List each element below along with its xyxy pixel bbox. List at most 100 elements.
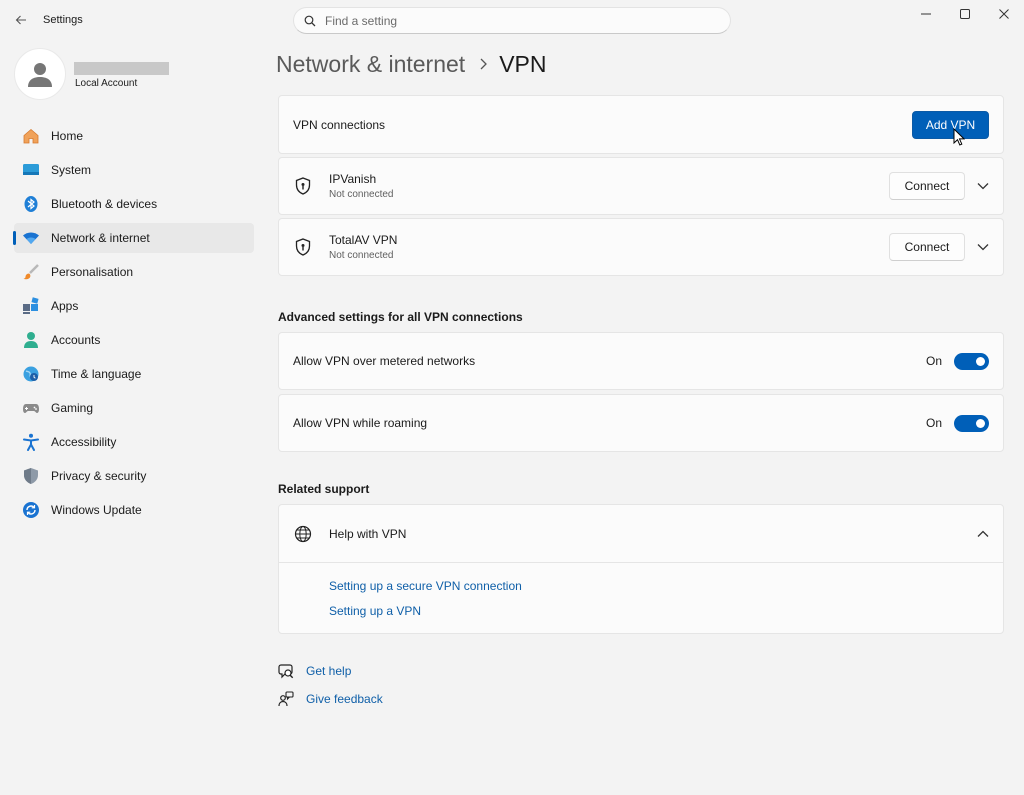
give-feedback-row: Give feedback: [278, 691, 383, 707]
update-icon: [22, 501, 40, 519]
feedback-icon: [278, 691, 294, 707]
close-button[interactable]: [984, 0, 1024, 28]
sidebar-item-label: Time & language: [51, 367, 142, 381]
page-title: VPN: [499, 50, 547, 77]
home-icon: [22, 127, 40, 145]
sidebar-item-apps[interactable]: Apps: [14, 291, 254, 321]
bluetooth-icon: [22, 195, 40, 213]
back-button[interactable]: [8, 8, 34, 32]
sidebar-nav: Home System Bluetooth & devices Network …: [13, 121, 254, 529]
chevron-down-icon[interactable]: [969, 172, 997, 200]
setting-row-roaming: Allow VPN while roaming On: [278, 394, 1004, 452]
vpn-connection-status: Not connected: [329, 250, 394, 261]
vpn-connection-item[interactable]: IPVanish Not connected Connect: [278, 157, 1004, 215]
sidebar-item-network[interactable]: Network & internet: [13, 223, 254, 253]
mouse-cursor-icon: [953, 128, 965, 146]
help-links: Setting up a secure VPN connection Setti…: [279, 563, 1003, 618]
title-bar: Settings: [0, 0, 1024, 40]
apps-icon: [22, 297, 40, 315]
sidebar-item-label: Personalisation: [51, 265, 134, 279]
add-vpn-button[interactable]: Add VPN: [912, 110, 989, 139]
sidebar-item-accounts[interactable]: Accounts: [14, 325, 254, 355]
vpn-connections-card: VPN connections Add VPN: [278, 95, 1004, 154]
advanced-settings-title: Advanced settings for all VPN connection…: [278, 310, 523, 324]
breadcrumb-parent-link[interactable]: Network & internet: [276, 51, 465, 78]
sidebar-item-bluetooth[interactable]: Bluetooth & devices: [14, 189, 254, 219]
globe-icon: [293, 524, 313, 544]
vpn-connection-text: TotalAV VPN Not connected: [329, 233, 397, 261]
close-icon: [999, 9, 1009, 19]
maximize-button[interactable]: [945, 0, 985, 28]
minimize-icon: [921, 13, 931, 15]
sidebar-item-label: Windows Update: [51, 503, 142, 517]
vpn-shield-icon: [293, 237, 313, 257]
wifi-icon: [22, 229, 40, 247]
sidebar-item-label: Network & internet: [51, 231, 150, 245]
vpn-connection-name: TotalAV VPN: [329, 233, 398, 247]
avatar: [14, 48, 66, 100]
sidebar-item-personalisation[interactable]: Personalisation: [14, 257, 254, 287]
vpn-connection-text: IPVanish Not connected: [329, 172, 394, 200]
setting-label: Allow VPN over metered networks: [293, 354, 476, 368]
brush-icon: [22, 263, 40, 281]
vpn-connection-item[interactable]: TotalAV VPN Not connected Connect: [278, 218, 1004, 276]
setting-row-metered: Allow VPN over metered networks On: [278, 332, 1004, 390]
give-feedback-link[interactable]: Give feedback: [306, 692, 383, 706]
sidebar-item-label: Gaming: [51, 401, 94, 415]
connect-button[interactable]: Connect: [889, 172, 965, 200]
privacy-shield-icon: [22, 467, 40, 485]
help-with-vpn-header[interactable]: Help with VPN: [279, 505, 1003, 563]
sidebar-item-windows-update[interactable]: Windows Update: [14, 495, 254, 525]
sidebar-item-label: Home: [51, 129, 84, 143]
accessibility-icon: [22, 433, 40, 451]
chevron-right-icon: [479, 58, 488, 70]
setting-label: Allow VPN while roaming: [293, 416, 428, 430]
sidebar-item-privacy-security[interactable]: Privacy & security: [14, 461, 254, 491]
roaming-toggle[interactable]: [954, 414, 989, 432]
help-with-vpn-label: Help with VPN: [329, 526, 407, 541]
toggle-state-label: On: [925, 416, 942, 430]
sidebar-item-time-language[interactable]: Time & language: [14, 359, 254, 389]
sidebar-item-label: Accessibility: [51, 435, 117, 449]
profile-name-redacted: [74, 62, 169, 75]
sidebar-item-label: Accounts: [51, 333, 101, 347]
sidebar-item-label: Bluetooth & devices: [51, 197, 158, 211]
sidebar-item-gaming[interactable]: Gaming: [14, 393, 254, 423]
help-link-secure-vpn[interactable]: Setting up a secure VPN connection: [329, 579, 1003, 593]
breadcrumb: Network & internet VPN: [276, 48, 547, 80]
connect-button[interactable]: Connect: [889, 233, 965, 261]
app-title: Settings: [43, 14, 83, 26]
sidebar-item-label: Privacy & security: [51, 469, 147, 483]
sidebar-item-label: System: [51, 163, 92, 177]
accounts-icon: [22, 331, 40, 349]
help-link-setting-up-vpn[interactable]: Setting up a VPN: [329, 604, 1003, 618]
search-icon: [304, 15, 316, 26]
back-arrow-icon: [15, 15, 26, 25]
search-box[interactable]: [293, 7, 731, 34]
maximize-icon: [960, 9, 970, 19]
account-type: Local Account: [75, 78, 138, 89]
sidebar-item-accessibility[interactable]: Accessibility: [14, 427, 254, 457]
vpn-connection-status: Not connected: [329, 189, 394, 200]
help-with-vpn-card: Help with VPN Setting up a secure VPN co…: [278, 504, 1004, 634]
get-help-link[interactable]: Get help: [306, 664, 351, 678]
vpn-connections-label: VPN connections: [293, 117, 386, 132]
related-support-title: Related support: [278, 482, 370, 496]
minimize-button[interactable]: [906, 0, 946, 28]
get-help-icon: [278, 663, 294, 679]
sidebar-item-home[interactable]: Home: [14, 121, 254, 151]
system-icon: [22, 161, 40, 179]
profile-section[interactable]: Local Account: [14, 48, 254, 102]
sidebar-item-system[interactable]: System: [14, 155, 254, 185]
vpn-shield-icon: [293, 176, 313, 196]
gamepad-icon: [22, 399, 40, 417]
get-help-row: Get help: [278, 663, 351, 679]
chevron-up-icon[interactable]: [969, 520, 997, 548]
globe-clock-icon: [22, 365, 40, 383]
search-input[interactable]: [325, 13, 705, 28]
sidebar-item-label: Apps: [51, 299, 79, 313]
vpn-connection-name: IPVanish: [329, 172, 377, 186]
chevron-down-icon[interactable]: [969, 233, 997, 261]
settings-window: Settings Local Account Home: [0, 0, 1024, 795]
metered-networks-toggle[interactable]: [954, 352, 989, 370]
